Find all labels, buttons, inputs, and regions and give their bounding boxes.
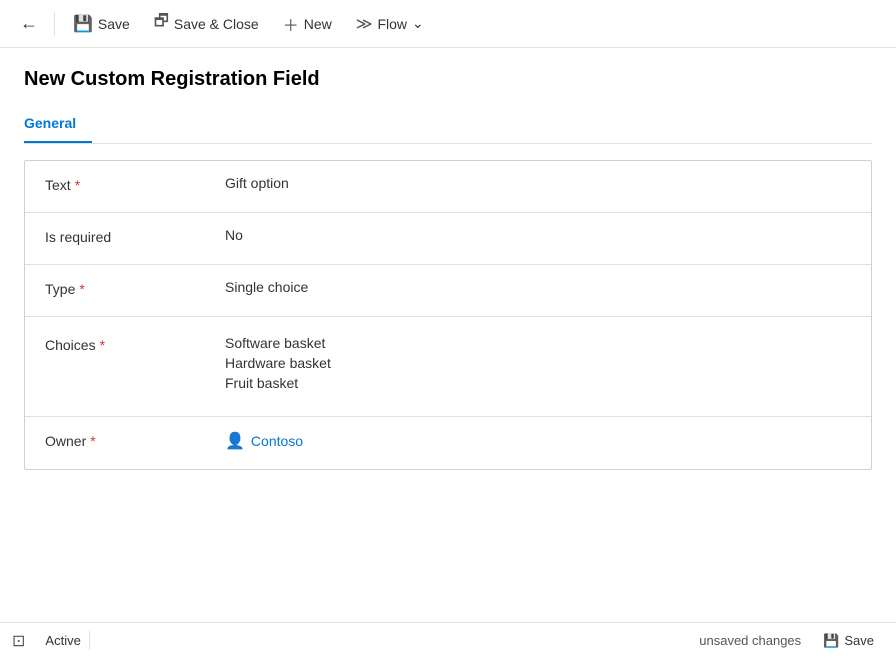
status-bar-save-label: Save: [844, 633, 874, 648]
save-close-button[interactable]: 🗗 Save & Close: [144, 4, 269, 43]
toolbar: ← 💾 Save 🗗 Save & Close ＋ New ≫ Flow ⌄: [0, 0, 896, 48]
status-bar: ⊡ Active unsaved changes 💾 Save: [0, 622, 896, 658]
form-label-is-required: Is required: [45, 227, 205, 245]
form-label-type: Type *: [45, 279, 205, 297]
new-icon: ＋: [283, 12, 299, 36]
owner-link[interactable]: 👤 Contoso: [225, 431, 851, 451]
save-button[interactable]: 💾 Save: [63, 8, 140, 40]
flow-dropdown-icon: ⌄: [412, 15, 424, 32]
form-row-type: Type * Single choice: [25, 265, 871, 317]
flow-button[interactable]: ≫ Flow ⌄: [346, 8, 434, 40]
form-value-text[interactable]: Gift option: [205, 175, 851, 191]
status-bar-save-icon: 💾: [823, 633, 839, 649]
main-content: New Custom Registration Field General Te…: [0, 48, 896, 622]
form-value-choices[interactable]: Software basket Hardware basket Fruit ba…: [205, 335, 851, 391]
status-badge: Active: [37, 631, 89, 650]
form-value-owner[interactable]: 👤 Contoso: [205, 431, 851, 451]
back-button[interactable]: ←: [12, 7, 46, 40]
save-label: Save: [98, 16, 130, 32]
flow-icon: ≫: [356, 14, 373, 34]
form-row-owner: Owner * 👤 Contoso: [25, 417, 871, 469]
choice-item-2: Hardware basket: [225, 355, 851, 371]
save-icon: 💾: [73, 14, 93, 34]
owner-name: Contoso: [251, 433, 303, 449]
owner-icon: 👤: [225, 431, 245, 451]
form-row-choices: Choices * Software basket Hardware baske…: [25, 317, 871, 417]
choice-item-1: Software basket: [225, 335, 851, 351]
tabs: General: [24, 107, 872, 144]
required-indicator-type: *: [79, 281, 84, 297]
status-bar-right: unsaved changes 💾 Save: [699, 629, 884, 653]
new-button[interactable]: ＋ New: [273, 6, 342, 42]
required-indicator-owner: *: [90, 433, 95, 449]
form-value-is-required[interactable]: No: [205, 227, 851, 243]
toolbar-divider: [54, 12, 55, 36]
required-indicator-text: *: [75, 177, 80, 193]
back-icon: ←: [20, 13, 38, 34]
status-bar-save-button[interactable]: 💾 Save: [813, 629, 884, 653]
required-indicator-choices: *: [100, 337, 105, 353]
form-row-is-required: Is required No: [25, 213, 871, 265]
status-bar-left: ⊡ Active: [12, 631, 90, 651]
form-container: Text * Gift option Is required No Type *…: [24, 160, 872, 470]
save-close-label: Save & Close: [174, 16, 259, 32]
save-close-icon: 🗗: [154, 10, 169, 37]
form-label-owner: Owner *: [45, 431, 205, 449]
unsaved-changes-text: unsaved changes: [699, 633, 801, 648]
form-label-text: Text *: [45, 175, 205, 193]
status-bar-icon[interactable]: ⊡: [12, 631, 25, 651]
choice-item-3: Fruit basket: [225, 375, 851, 391]
form-label-choices: Choices *: [45, 335, 205, 353]
flow-label: Flow: [377, 16, 407, 32]
new-label: New: [304, 16, 332, 32]
page-title: New Custom Registration Field: [24, 68, 872, 91]
form-row-text: Text * Gift option: [25, 161, 871, 213]
tab-general[interactable]: General: [24, 107, 92, 143]
form-value-type[interactable]: Single choice: [205, 279, 851, 295]
